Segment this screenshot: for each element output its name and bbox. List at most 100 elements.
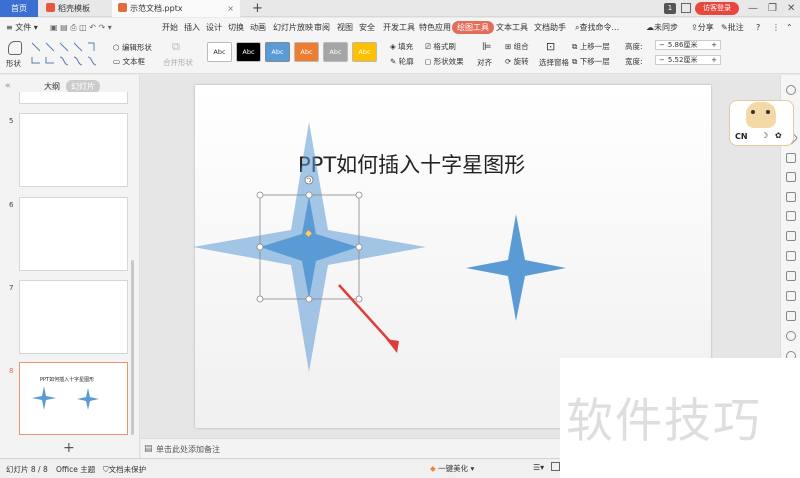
style-swatch-5[interactable]: Abc (323, 42, 348, 62)
tools-icon[interactable] (786, 311, 796, 321)
beautify-button[interactable]: ◆ 一键美化 ▾ (430, 463, 474, 474)
style-swatch-4[interactable]: Abc (294, 42, 319, 62)
bring-forward-button[interactable]: ⧉ 上移一层 (572, 41, 610, 52)
menu-home[interactable]: 开始 (162, 18, 178, 37)
new-tab-button[interactable]: + (252, 0, 263, 17)
close-tab-icon[interactable]: × (227, 0, 234, 17)
rotate-button[interactable]: ⟳ 旋转 (505, 56, 529, 67)
mascot-widget[interactable]: CN ☽ ✿ (729, 100, 794, 146)
decrement-icon[interactable]: − (656, 41, 668, 49)
collapse-ribbon-icon[interactable]: ⌃ (786, 18, 793, 37)
link-icon[interactable] (786, 291, 796, 301)
shape-effect-icon[interactable] (786, 153, 796, 163)
menu-text-tools[interactable]: 文本工具 (496, 18, 528, 37)
save-icon[interactable]: ▣ (50, 23, 58, 32)
style-swatch-3[interactable]: Abc (265, 42, 290, 62)
chart-icon[interactable] (786, 271, 796, 281)
outline-button[interactable]: ✎ 轮廓 (390, 56, 414, 67)
height-input[interactable]: −5.86厘米 + (655, 40, 721, 50)
increment-icon[interactable]: + (711, 56, 717, 65)
protection-status[interactable]: ⛉文档未保护 (103, 464, 146, 475)
add-slide-button[interactable]: + (63, 440, 75, 456)
menu-doc-assistant[interactable]: 文档助手 (534, 18, 566, 37)
send-backward-button[interactable]: ⧉ 下移一层 (572, 56, 610, 67)
menu-view[interactable]: 视图 (337, 18, 353, 37)
small-star-shape[interactable] (466, 214, 566, 321)
animation-icon[interactable] (786, 211, 796, 221)
menu-slideshow[interactable]: 幻灯片放映 (273, 18, 313, 37)
view-normal-icon[interactable]: ☰▾ (533, 463, 544, 472)
rotate-handle-icon[interactable] (304, 175, 314, 185)
shape-button[interactable]: 形状 (6, 58, 21, 69)
fill-button[interactable]: ◈ 填充 (390, 41, 413, 52)
format-icon[interactable] (786, 85, 796, 95)
style-swatch-1[interactable]: Abc (207, 42, 232, 62)
style-swatch-6[interactable]: Abc (352, 42, 377, 62)
help-icon[interactable]: ? (756, 18, 760, 37)
slide-thumbnail-4-partial[interactable] (19, 92, 128, 104)
selected-star-shape[interactable] (260, 196, 358, 299)
decrement-icon[interactable]: − (656, 56, 668, 64)
redo-icon[interactable]: ↷ (99, 23, 106, 32)
search-command[interactable]: ⌕查找命令... (575, 18, 619, 37)
panel-scrollbar[interactable] (131, 260, 134, 435)
menu-insert[interactable]: 插入 (184, 18, 200, 37)
properties-icon[interactable] (786, 172, 796, 182)
send-backward-icon: ⧉ (572, 57, 580, 66)
theme-name[interactable]: Office 主题 (56, 464, 95, 475)
settings-icon[interactable]: ✿ (775, 131, 782, 140)
shape-effect-button[interactable]: ◻ 形状效果 (425, 56, 464, 67)
table-icon[interactable] (786, 231, 796, 241)
align-button[interactable]: 对齐 (477, 57, 492, 68)
chevron-down-icon[interactable]: ▾ (108, 23, 112, 32)
format-brush-button[interactable]: ⎚ 格式刷 (425, 41, 456, 52)
slide-thumbnail-6[interactable] (19, 197, 128, 271)
moon-icon[interactable]: ☽ (761, 131, 768, 140)
window-count-badge[interactable]: 1 (664, 3, 676, 14)
menu-transition[interactable]: 切换 (228, 18, 244, 37)
review-button[interactable]: ✎批注 (721, 18, 744, 37)
slide-thumbnail-5[interactable] (19, 113, 128, 187)
merge-shape-button[interactable]: 合并形状 (163, 57, 193, 68)
tab-home[interactable]: 首页 (0, 0, 38, 17)
menu-features[interactable]: 特色应用 (419, 18, 451, 37)
menu-developer[interactable]: 开发工具 (383, 18, 415, 37)
slide-thumbnail-8[interactable]: PPT如何插入十字星图形 (19, 362, 128, 435)
menu-design[interactable]: 设计 (206, 18, 222, 37)
menu-drawing-tools[interactable]: 绘图工具 (452, 21, 494, 34)
selection-pane-button[interactable]: 选择窗格 (539, 57, 569, 68)
menu-animation[interactable]: 动画 (250, 18, 266, 37)
width-input[interactable]: −5.52厘米 + (655, 55, 721, 65)
text-box-button[interactable]: ▭ 文本框 (113, 56, 145, 67)
login-button[interactable]: 访客登录 (695, 2, 739, 15)
style-swatch-2[interactable]: Abc (236, 42, 261, 62)
menu-review[interactable]: 审阅 (314, 18, 330, 37)
share-button[interactable]: ⇪分享 (691, 18, 714, 37)
increment-icon[interactable]: + (711, 41, 717, 50)
image-icon[interactable] (786, 251, 796, 261)
more-icon[interactable]: ⋮ (772, 18, 780, 37)
menu-file[interactable]: ≡ 文件 ▾ (6, 18, 38, 37)
layout-icon[interactable] (786, 192, 796, 202)
grid-icon[interactable] (681, 3, 691, 13)
tab-outline[interactable]: 大纲 (44, 81, 60, 92)
tab-templates[interactable]: 稻壳模板 (40, 0, 110, 17)
shape-icon[interactable] (8, 41, 22, 55)
line-shapes-gallery[interactable] (30, 41, 100, 69)
view-slide-sorter-icon[interactable] (551, 462, 560, 471)
preview-icon[interactable]: ◫ (79, 23, 87, 32)
group-button[interactable]: ⊞ 组合 (505, 41, 529, 52)
folder-icon[interactable]: ▤ (60, 23, 68, 32)
collapse-panel-icon[interactable]: « (5, 81, 11, 91)
print-icon[interactable]: ⎙ (70, 23, 76, 32)
close-button[interactable]: ✕ (787, 1, 795, 16)
menu-security[interactable]: 安全 (359, 18, 375, 37)
maximize-button[interactable]: ❐ (768, 1, 777, 16)
slide-thumbnail-7[interactable] (19, 280, 128, 354)
undo-icon[interactable]: ↶ (89, 23, 96, 32)
minimize-button[interactable]: — (748, 1, 758, 16)
target-icon[interactable] (786, 331, 796, 341)
sync-status[interactable]: ☁未同步 (646, 18, 678, 37)
edit-shape-button[interactable]: ⬡ 编辑形状 (113, 42, 152, 53)
tab-document[interactable]: 示范文档.pptx × (112, 0, 240, 17)
